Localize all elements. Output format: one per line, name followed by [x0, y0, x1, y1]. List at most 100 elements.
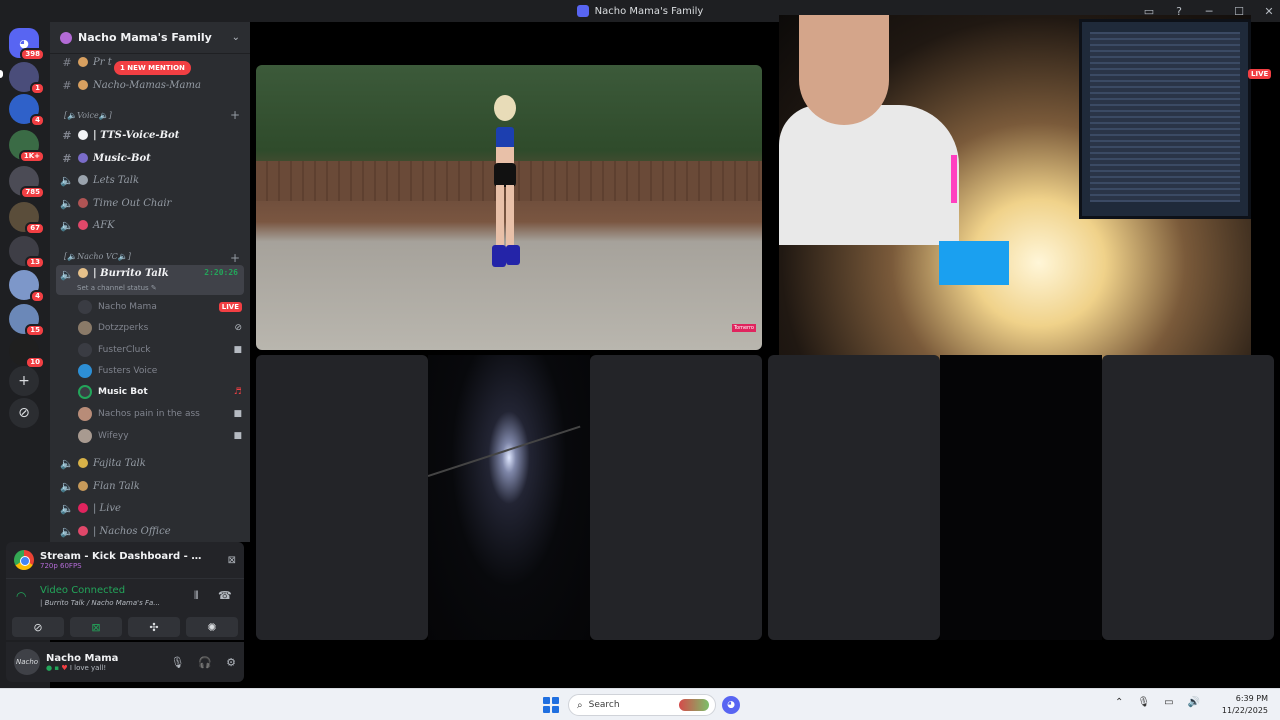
- add-channel-icon[interactable]: +: [230, 251, 240, 265]
- category-nacho-vc[interactable]: [🔈Nacho VC🔈]: [64, 252, 131, 261]
- add-server-button[interactable]: +: [9, 366, 39, 396]
- server-item[interactable]: 10: [9, 336, 45, 369]
- voice-channel-item[interactable]: 🔈 AFK: [56, 215, 244, 235]
- dancer-figure: [484, 95, 520, 295]
- microphone-icon[interactable]: 🎙: [1137, 697, 1150, 708]
- user-name[interactable]: Nacho Mama: [46, 653, 118, 664]
- voice-user[interactable]: Nacho Mama LIVE: [78, 298, 242, 316]
- channel-label: Lets Talk: [93, 174, 140, 186]
- speaker-icon: 🔈: [60, 196, 74, 210]
- voice-channel-item[interactable]: 🔈 Lets Talk: [56, 170, 244, 190]
- stop-stream-icon[interactable]: ⊠: [228, 555, 236, 566]
- server-item[interactable]: 1: [9, 62, 45, 95]
- channel-status-prompt[interactable]: Set a channel status ✎: [77, 284, 157, 292]
- system-tray: ⌃ 🎙 ▭ 🔊: [1115, 697, 1200, 708]
- voice-channel-item[interactable]: 🔈 Fajita Talk: [56, 453, 244, 473]
- soundboard-button[interactable]: ✺: [186, 617, 238, 637]
- user-panel: Nacho Nacho Mama ● ▪ ♥ I love yall! 🎙 🎧 …: [6, 642, 244, 682]
- participant-tile[interactable]: [768, 355, 940, 640]
- participant-tile-road[interactable]: [428, 355, 590, 640]
- taskbar-search[interactable]: ⌕ Search: [568, 694, 716, 716]
- channel-item[interactable]: # Music-Bot: [56, 148, 244, 168]
- chevron-up-icon[interactable]: ⌃: [1115, 697, 1123, 708]
- voice-channel-item[interactable]: 🔈 Time Out Chair: [56, 193, 244, 213]
- activities-button[interactable]: ✣: [128, 617, 180, 637]
- channel-status-text: Set a channel status: [77, 284, 149, 292]
- channel-label: Nacho-Mamas-Mama: [93, 79, 201, 91]
- clock[interactable]: 6:39 PM 11/22/2025: [1222, 693, 1268, 717]
- headphones-icon[interactable]: 🎧: [198, 656, 212, 669]
- screen-share-button[interactable]: ⊠: [70, 617, 122, 637]
- avatar: [78, 385, 92, 399]
- speaker-icon: 🔈: [60, 268, 74, 281]
- gear-icon[interactable]: ⚙: [226, 656, 236, 669]
- compass-icon: ⊘: [18, 405, 30, 421]
- disconnect-icon[interactable]: ☎: [218, 589, 232, 602]
- noise-suppression-icon[interactable]: ⫴: [194, 589, 199, 603]
- window-title: Nacho Mama's Family: [576, 5, 703, 17]
- server-folder[interactable]: 13: [9, 236, 45, 269]
- explore-button[interactable]: ⊘: [9, 398, 39, 428]
- voice-user[interactable]: Music Bot ♬: [78, 383, 242, 401]
- plus-icon: +: [18, 373, 30, 389]
- server-folder[interactable]: 785: [9, 166, 45, 199]
- close-button[interactable]: ✕: [1262, 4, 1276, 18]
- category-voice[interactable]: [🔈Voice🔈]: [64, 111, 112, 120]
- voice-user-name: Fusters Voice: [98, 366, 158, 376]
- connection-status[interactable]: Video Connected: [40, 585, 125, 596]
- server-badge: 4: [30, 114, 45, 127]
- server-item[interactable]: 15: [9, 304, 45, 337]
- server-folder[interactable]: 67: [9, 202, 45, 235]
- participant-tile[interactable]: [1102, 355, 1274, 640]
- channel-item[interactable]: # Nacho-Mamas-Mama: [56, 75, 244, 95]
- direct-messages-button[interactable]: ◕ 398: [9, 28, 45, 61]
- display-icon[interactable]: ▭: [1164, 697, 1173, 708]
- volume-icon[interactable]: 🔊: [1188, 697, 1200, 708]
- pin-icon: [78, 526, 88, 536]
- server-badge: 15: [25, 324, 45, 337]
- hash-icon: #: [62, 128, 72, 142]
- discord-taskbar-icon[interactable]: ◕: [722, 696, 740, 714]
- user-status: ● ▪ ♥ I love yall!: [46, 664, 118, 672]
- microphone-icon[interactable]: 🎙: [170, 656, 184, 669]
- pencil: [951, 155, 957, 203]
- speaker-icon: 🔈: [60, 524, 74, 538]
- voice-user[interactable]: Wifeyy ■: [78, 427, 242, 445]
- voice-timer: 2:20:26: [204, 268, 238, 277]
- channel-item[interactable]: # | TTS-Voice-Bot: [56, 125, 244, 145]
- server-item[interactable]: 4: [9, 270, 45, 303]
- participant-tile-dark[interactable]: [940, 355, 1102, 640]
- person-figure: [779, 105, 959, 245]
- voice-user[interactable]: FusterCluck ■: [78, 341, 242, 359]
- server-item[interactable]: 4: [9, 94, 45, 127]
- participant-tile[interactable]: [256, 355, 428, 640]
- windows-start-icon[interactable]: [543, 697, 559, 713]
- speaker-icon: 🔈: [60, 456, 74, 470]
- voice-channel-item[interactable]: 🔈 | Nachos Office: [56, 521, 244, 541]
- participant-tile[interactable]: [590, 355, 762, 640]
- server-badge: 1: [30, 82, 45, 95]
- speaker-icon: 🔈: [60, 218, 74, 232]
- stream-panel[interactable]: Stream - Kick Dashboard - Google ... 720…: [6, 542, 244, 578]
- user-status-text: I love yall!: [69, 663, 107, 672]
- voice-user[interactable]: Fusters Voice: [78, 362, 242, 380]
- chrome-icon: [14, 550, 34, 570]
- activities-icon: ✣: [149, 620, 159, 634]
- connection-channel[interactable]: | Burrito Talk / Nacho Mama's Fa...: [40, 599, 190, 607]
- server-item[interactable]: 1K+: [9, 130, 45, 163]
- stream-tile-dance[interactable]: Tomerro: [256, 65, 762, 350]
- camera-toggle-button[interactable]: ⊘: [12, 617, 64, 637]
- voice-user[interactable]: Dotzzperks ⊘: [78, 319, 242, 337]
- add-channel-icon[interactable]: +: [230, 108, 240, 122]
- taskbar: ⌕ Search ◕ ⌃ 🎙 ▭ 🔊 6:39 PM 11/22/2025: [0, 688, 1280, 720]
- new-mention-pill[interactable]: 1 NEW MENTION: [114, 61, 191, 75]
- server-badge: 67: [25, 222, 45, 235]
- server-header[interactable]: Nacho Mama's Family ⌄: [50, 22, 250, 54]
- channel-label: Fajita Talk: [93, 457, 146, 469]
- voice-channel-item[interactable]: 🔈 Flan Talk: [56, 476, 244, 496]
- voice-user[interactable]: Nachos pain in the ass ■: [78, 405, 242, 423]
- avatar[interactable]: Nacho: [14, 649, 40, 675]
- voice-channel-item[interactable]: 🔈 | Live: [56, 498, 244, 518]
- stream-tile-craft[interactable]: [779, 15, 1251, 369]
- search-icon: ⌕: [577, 699, 583, 711]
